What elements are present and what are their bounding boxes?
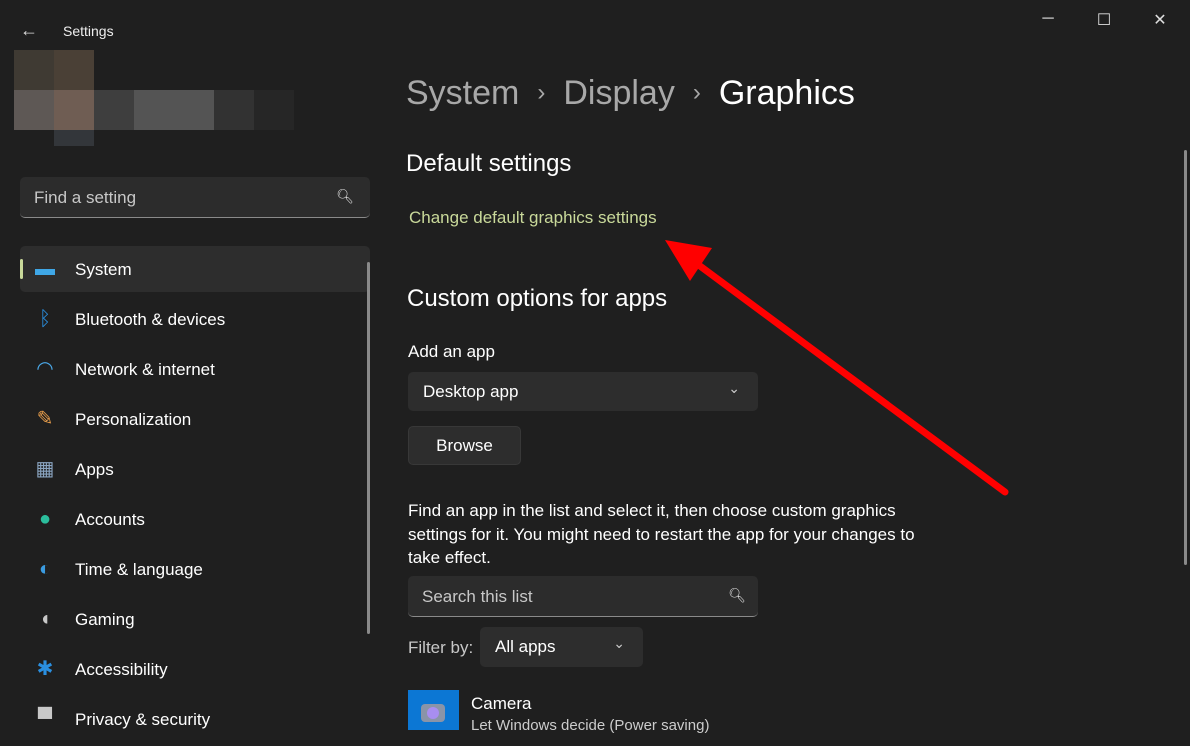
red-annotation-arrow (665, 240, 1009, 496)
